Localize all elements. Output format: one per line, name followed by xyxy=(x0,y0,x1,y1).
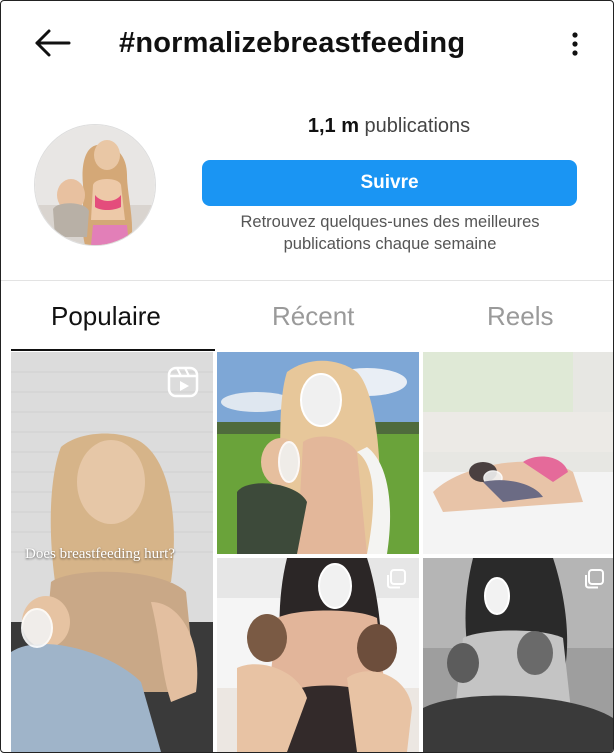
count-label: publications xyxy=(364,115,471,137)
header-bar: #normalizebreastfeeding xyxy=(1,1,613,87)
hashtag-avatar xyxy=(34,124,156,246)
post-grid: Does breastfeeding hurt? xyxy=(11,352,613,752)
divider xyxy=(1,280,613,281)
page-title: #normalizebreastfeeding xyxy=(119,27,466,59)
more-options-button[interactable] xyxy=(567,29,583,63)
tagline-line-1: Retrouvez quelques-unes des meilleures xyxy=(240,213,540,231)
reel-icon xyxy=(167,366,199,398)
more-vertical-icon xyxy=(572,32,578,56)
tab-recent[interactable]: Récent xyxy=(272,301,354,332)
post-tile-carousel[interactable] xyxy=(423,558,613,752)
tab-reels[interactable]: Reels xyxy=(487,301,553,332)
count-value: 1,1 m xyxy=(307,115,359,137)
follow-button[interactable]: Suivre xyxy=(202,160,577,206)
publications-count: 1,1 m publications xyxy=(201,115,577,138)
tab-populaire[interactable]: Populaire xyxy=(51,301,161,332)
post-tile-carousel[interactable] xyxy=(217,558,419,752)
post-tile[interactable] xyxy=(217,352,419,554)
carousel-icon xyxy=(385,568,407,590)
active-tab-indicator xyxy=(11,349,215,351)
back-button[interactable] xyxy=(31,23,75,67)
hashtag-tagline: Retrouvez quelques-unes des meilleures p… xyxy=(197,211,583,255)
tagline-line-2: publications chaque semaine xyxy=(283,235,497,253)
reel-caption: Does breastfeeding hurt? xyxy=(25,546,175,562)
post-tile-reel[interactable]: Does breastfeeding hurt? xyxy=(11,352,213,752)
app-frame: #normalizebreastfeeding 1,1 m publicatio… xyxy=(0,0,614,753)
arrow-left-icon xyxy=(35,29,71,57)
carousel-icon xyxy=(583,568,605,590)
post-tile[interactable] xyxy=(423,352,613,554)
